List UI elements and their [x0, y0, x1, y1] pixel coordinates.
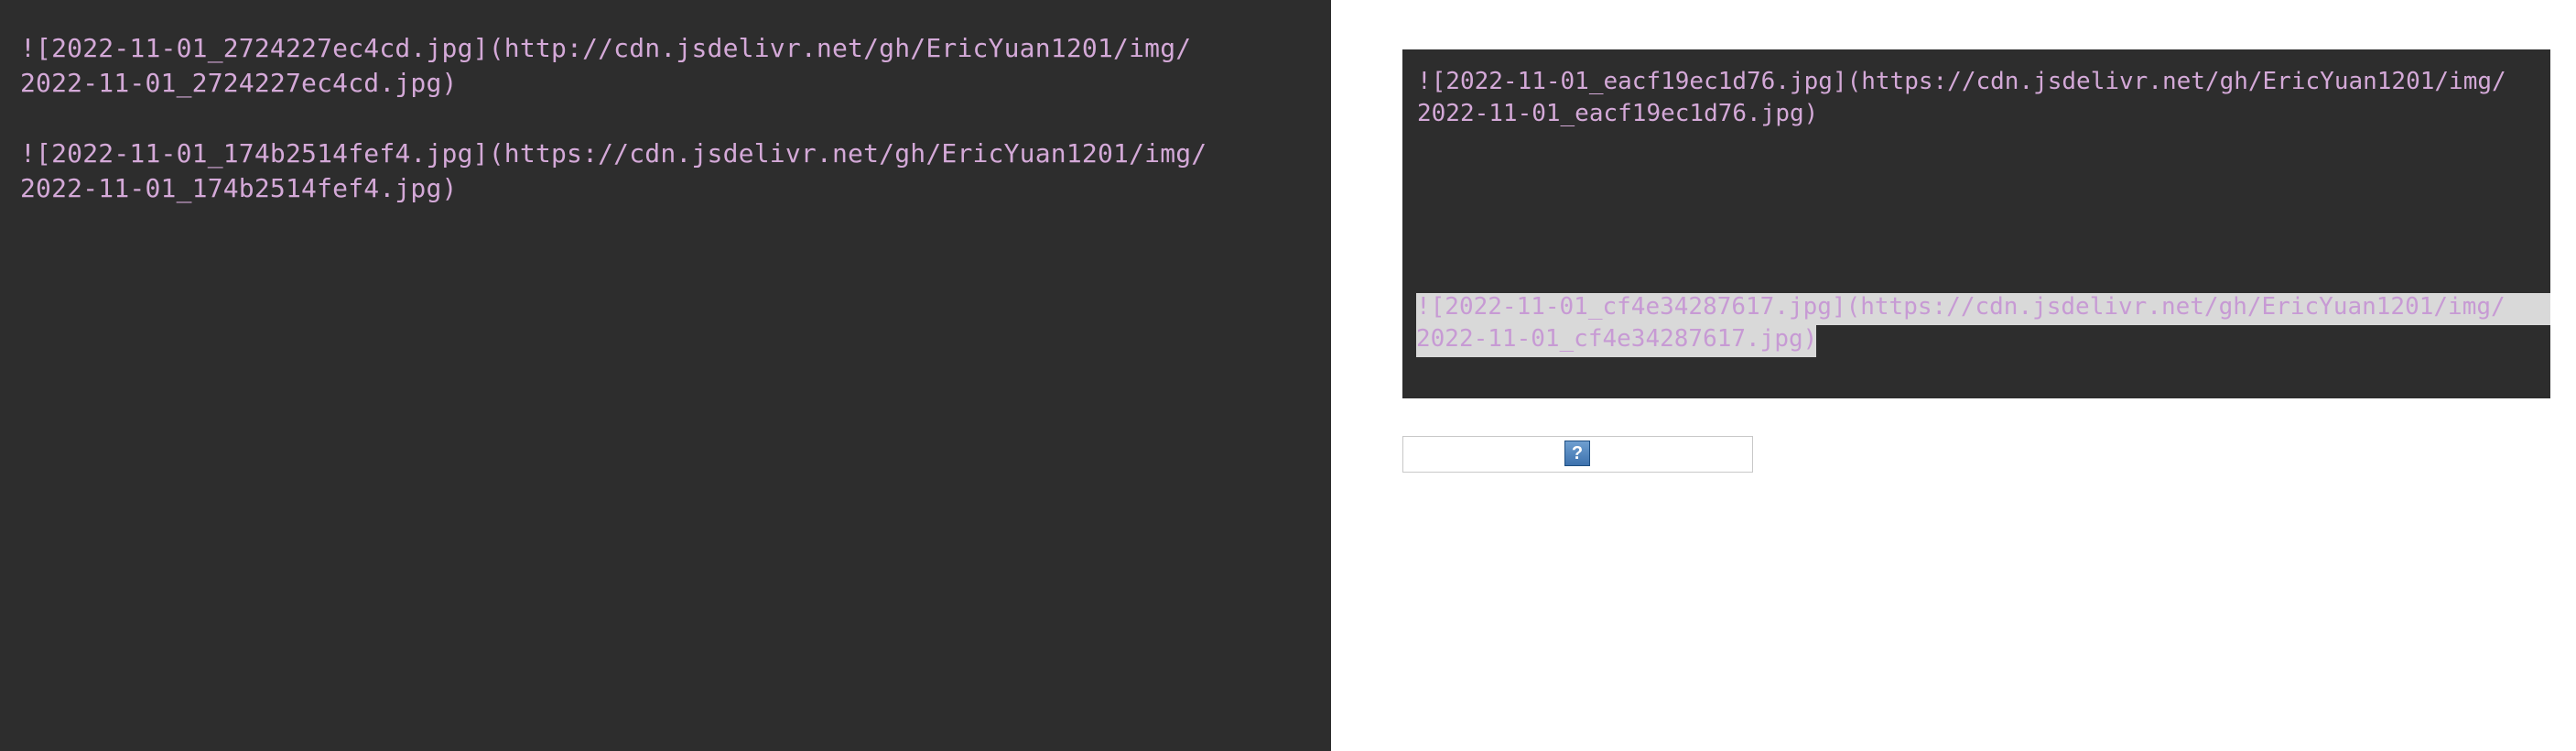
left-image-link-2-line-1: ![2022-11-01_174b2514fef4.jpg](https://c… [20, 138, 1207, 169]
right-image-link-1-line-1: ![2022-11-01_eacf19ec1d76.jpg](https://c… [1417, 68, 2506, 95]
left-markdown-pane[interactable]: ![2022-11-01_2724227ec4cd.jpg](http://cd… [0, 0, 1331, 751]
selected-image-link-line-2: 2022-11-01_cf4e34287617.jpg) [1416, 325, 1818, 353]
right-image-link-1[interactable]: ![2022-11-01_eacf19ec1d76.jpg](https://c… [1417, 66, 2506, 130]
selected-image-link-line-1: ![2022-11-01_cf4e34287617.jpg](https://c… [1416, 293, 2506, 321]
right-image-link-1-line-2: 2022-11-01_eacf19ec1d76.jpg) [1417, 100, 1819, 127]
help-icon[interactable]: ? [1564, 441, 1590, 466]
left-image-link-1[interactable]: ![2022-11-01_2724227ec4cd.jpg](http://cd… [20, 31, 1191, 101]
selected-image-link[interactable]: ![2022-11-01_cf4e34287617.jpg](https://c… [1416, 291, 2506, 355]
left-image-link-2[interactable]: ![2022-11-01_174b2514fef4.jpg](https://c… [20, 136, 1207, 206]
left-image-link-2-line-2: 2022-11-01_174b2514fef4.jpg) [20, 173, 458, 203]
left-image-link-1-line-1: ![2022-11-01_2724227ec4cd.jpg](http://cd… [20, 33, 1192, 63]
left-image-link-1-line-2: 2022-11-01_2724227ec4cd.jpg) [20, 68, 458, 98]
